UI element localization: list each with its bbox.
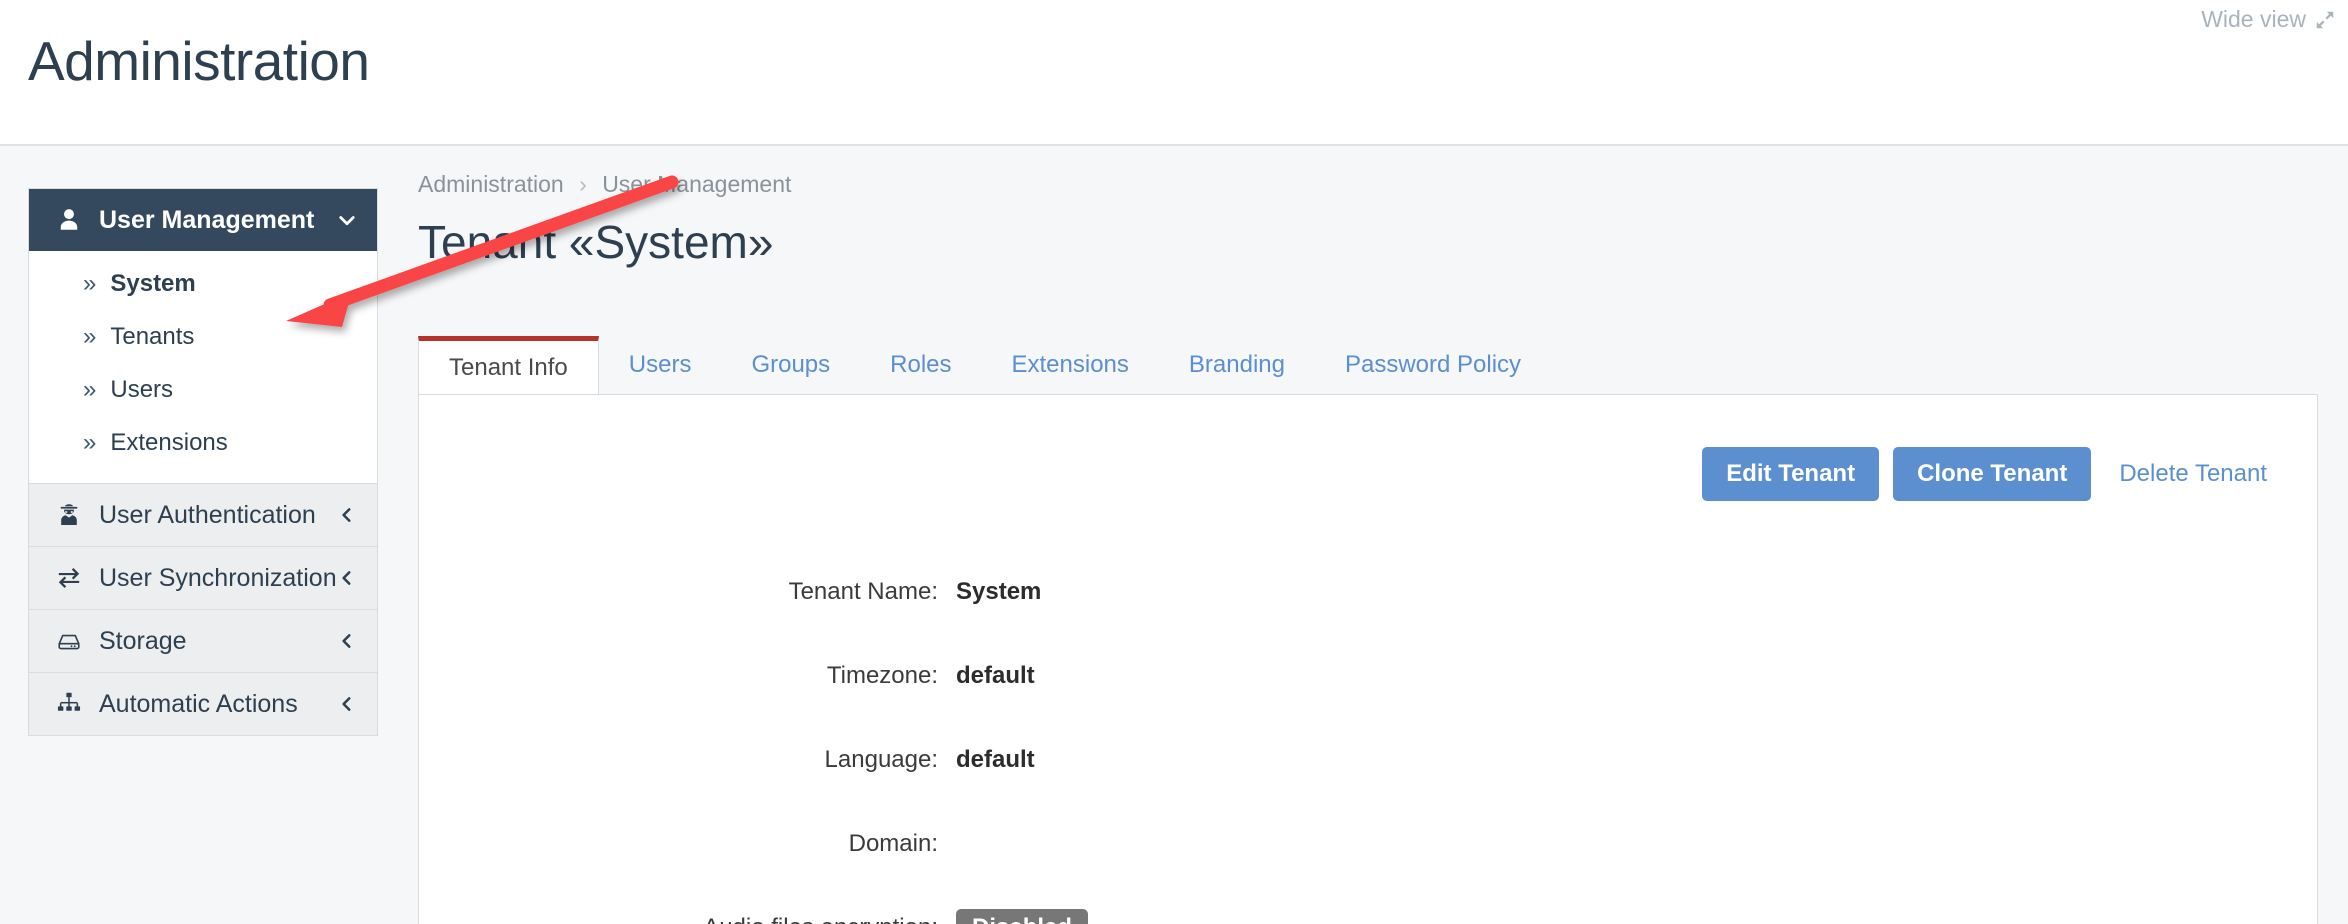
tab-extensions[interactable]: Extensions xyxy=(982,336,1159,394)
detail-row-domain: Domain: xyxy=(419,823,1599,865)
tab-branding[interactable]: Branding xyxy=(1159,336,1315,394)
detail-row-tenant-name: Tenant Name: System xyxy=(419,571,1599,613)
chevron-left-icon xyxy=(337,568,357,588)
user-icon xyxy=(53,205,85,235)
detail-label: Timezone: xyxy=(826,662,938,689)
detail-row-audio-files-encryption: Audio files encryption: Disabled xyxy=(419,907,1599,924)
tab-strip: Tenant Info Users Groups Roles Extension… xyxy=(418,336,2318,395)
detail-label: Language: xyxy=(824,746,938,773)
tenant-details-list: Tenant Name: System Timezone: default La… xyxy=(419,571,1599,924)
sidebar: User Management » System » Tenants » Use… xyxy=(28,188,378,736)
sidebar-item-label: Storage xyxy=(99,626,187,655)
page-root: Administration Wide view User Management… xyxy=(0,0,2348,924)
sidebar-item-user-authentication[interactable]: User Authentication xyxy=(29,484,377,546)
row-spacer xyxy=(419,697,1599,739)
wide-view-toggle[interactable]: Wide view xyxy=(2201,6,2336,33)
panel-action-bar: Edit Tenant Clone Tenant Delete Tenant xyxy=(1702,447,2281,501)
sidebar-group-storage: Storage xyxy=(28,609,378,672)
detail-label: Tenant Name: xyxy=(788,578,938,605)
tab-password-policy[interactable]: Password Policy xyxy=(1315,336,1551,394)
breadcrumb-separator: › xyxy=(579,171,587,197)
row-spacer xyxy=(419,781,1599,823)
tab-groups[interactable]: Groups xyxy=(721,336,860,394)
detail-row-timezone: Timezone: default xyxy=(419,655,1599,697)
sidebar-item-label: User Management xyxy=(99,205,315,234)
chevron-left-icon xyxy=(337,631,357,651)
tenant-info-panel: Edit Tenant Clone Tenant Delete Tenant T… xyxy=(418,394,2318,924)
sidebar-submenu-user-management: » System » Tenants » Users » Extensions xyxy=(29,251,377,483)
row-spacer xyxy=(419,865,1599,907)
sidebar-subitem-label: Users xyxy=(110,375,174,403)
detail-value: Disabled xyxy=(956,909,1599,924)
user-secret-icon xyxy=(53,500,85,530)
wide-view-label: Wide view xyxy=(2201,6,2306,32)
delete-tenant-link[interactable]: Delete Tenant xyxy=(2105,447,2281,501)
double-chevron-right-icon: » xyxy=(83,375,97,403)
sidebar-subitem-label: Extensions xyxy=(110,428,228,456)
sidebar-item-label: User Synchronization xyxy=(99,563,337,592)
edit-tenant-button[interactable]: Edit Tenant xyxy=(1702,447,1880,501)
sidebar-group-user-synchronization: User Synchronization xyxy=(28,546,378,609)
sitemap-icon xyxy=(53,689,85,719)
double-chevron-right-icon: » xyxy=(83,269,97,297)
breadcrumb-current: User Management xyxy=(602,171,792,197)
detail-value: default xyxy=(956,746,1035,773)
clone-tenant-button[interactable]: Clone Tenant xyxy=(1893,447,2092,501)
sidebar-group-automatic-actions: Automatic Actions xyxy=(28,672,378,736)
chevron-left-icon xyxy=(337,694,357,714)
sidebar-subitem-label: System xyxy=(110,269,196,297)
detail-label: Audio files encryption: xyxy=(419,914,956,924)
sidebar-subitem-label: Tenants xyxy=(110,322,195,350)
expand-arrows-icon xyxy=(2314,9,2336,31)
exchange-arrows-icon xyxy=(53,563,85,593)
sidebar-item-automatic-actions[interactable]: Automatic Actions xyxy=(29,673,377,735)
sidebar-subitem-extensions[interactable]: » Extensions xyxy=(29,416,377,469)
hard-drive-icon xyxy=(53,626,85,656)
detail-row-language: Language: default xyxy=(419,739,1599,781)
double-chevron-right-icon: » xyxy=(83,322,97,350)
breadcrumb-root[interactable]: Administration xyxy=(418,171,564,197)
tab-roles[interactable]: Roles xyxy=(860,336,981,394)
sidebar-group-user-authentication: User Authentication xyxy=(28,483,378,546)
breadcrumb: Administration › User Management xyxy=(418,170,2318,198)
sidebar-item-label: User Authentication xyxy=(99,500,316,529)
sidebar-subitem-tenants[interactable]: » Tenants xyxy=(29,310,377,363)
sidebar-subitem-system[interactable]: » System xyxy=(29,257,377,310)
sidebar-item-label: Automatic Actions xyxy=(99,689,298,718)
detail-value: System xyxy=(956,578,1042,605)
sidebar-item-storage[interactable]: Storage xyxy=(29,610,377,672)
tab-users[interactable]: Users xyxy=(599,336,722,394)
chevron-left-icon xyxy=(337,505,357,525)
status-badge: Disabled xyxy=(956,909,1089,924)
chevron-down-icon xyxy=(337,210,357,230)
double-chevron-right-icon: » xyxy=(83,428,97,456)
detail-value: default xyxy=(956,662,1035,689)
detail-label: Domain: xyxy=(848,830,938,857)
sidebar-item-user-synchronization[interactable]: User Synchronization xyxy=(29,547,377,609)
content-title: Tenant «System» xyxy=(418,216,774,268)
page-header: Administration Wide view xyxy=(0,0,2348,146)
page-title: Administration xyxy=(28,30,370,92)
sidebar-subitem-users[interactable]: » Users xyxy=(29,363,377,416)
sidebar-item-user-management[interactable]: User Management xyxy=(29,189,377,251)
row-spacer xyxy=(419,613,1599,655)
main-content-header: Administration › User Management Tenant … xyxy=(418,170,2318,270)
tab-tenant-info[interactable]: Tenant Info xyxy=(418,336,599,395)
sidebar-group-user-management: User Management » System » Tenants » Use… xyxy=(28,188,378,483)
